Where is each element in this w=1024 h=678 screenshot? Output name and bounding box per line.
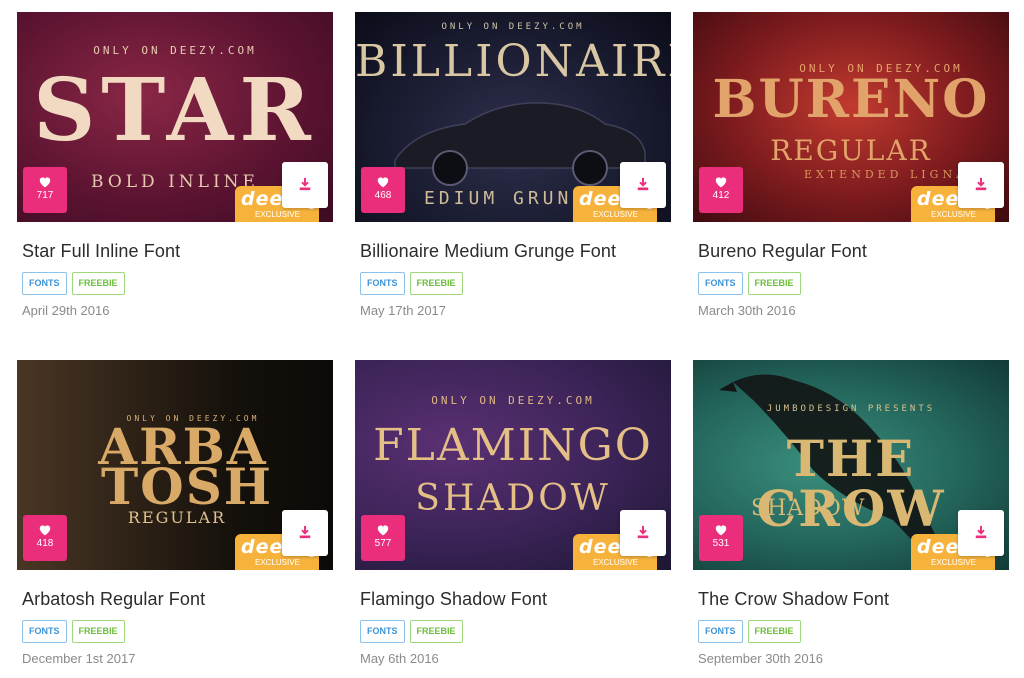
tag-freebie[interactable]: FREEBIE <box>409 620 463 643</box>
font-card: JUMBODESIGN PRESENTS THE CROW SHADOW 531… <box>693 360 1009 666</box>
download-icon <box>637 525 649 539</box>
heart-icon <box>39 525 51 536</box>
download-icon <box>975 177 987 191</box>
card-title[interactable]: Bureno Regular Font <box>698 241 1009 262</box>
exclusive-label: EXCLUSIVE <box>931 558 976 567</box>
card-thumbnail[interactable]: ONLY ON DEEZY.COM FLAMINGO SHADOW 577 de… <box>355 360 671 570</box>
tag-fonts[interactable]: FONTS <box>22 272 67 295</box>
exclusive-label: EXCLUSIVE <box>255 210 300 219</box>
tag-freebie[interactable]: FREEBIE <box>71 620 125 643</box>
heart-icon <box>377 525 389 536</box>
tag-list: FONTS FREEBIE <box>360 620 671 643</box>
like-count: 577 <box>374 538 392 549</box>
card-date: December 1st 2017 <box>22 651 136 666</box>
font-card: ONLY ON DEEZY.COM BURENO REGULAR EXTENDE… <box>693 12 1009 318</box>
card-date: April 29th 2016 <box>22 303 110 318</box>
tag-freebie[interactable]: FREEBIE <box>409 272 463 295</box>
like-count: 531 <box>712 538 730 549</box>
tag-fonts[interactable]: FONTS <box>360 620 405 643</box>
card-date: May 17th 2017 <box>360 303 447 318</box>
card-date: May 6th 2016 <box>360 651 439 666</box>
art-overline: ONLY ON DEEZY.COM <box>93 44 257 57</box>
download-button[interactable] <box>620 162 666 208</box>
tag-fonts[interactable]: FONTS <box>22 620 67 643</box>
card-thumbnail[interactable]: ONLY ON DEEZY.COM BILLIONAIRE EDIUM GRUN… <box>355 12 671 222</box>
tag-list: FONTS FREEBIE <box>22 620 333 643</box>
art-headline: BURENO <box>712 69 990 130</box>
card-thumbnail[interactable]: JUMBODESIGN PRESENTS THE CROW SHADOW 531… <box>693 360 1009 570</box>
download-icon <box>975 525 987 539</box>
download-icon <box>637 177 649 191</box>
tag-list: FONTS FREEBIE <box>698 272 1009 295</box>
download-icon <box>299 525 311 539</box>
card-title[interactable]: Flamingo Shadow Font <box>360 589 671 610</box>
tag-freebie[interactable]: FREEBIE <box>747 272 801 295</box>
tag-fonts[interactable]: FONTS <box>698 272 743 295</box>
tag-list: FONTS FREEBIE <box>22 272 333 295</box>
heart-icon <box>715 525 727 536</box>
tag-list: FONTS FREEBIE <box>360 272 671 295</box>
tag-freebie[interactable]: FREEBIE <box>747 620 801 643</box>
art-headline: FLAMINGO <box>373 420 653 471</box>
heart-icon <box>39 177 51 188</box>
like-button[interactable]: 531 <box>699 515 743 561</box>
card-title[interactable]: Arbatosh Regular Font <box>22 589 333 610</box>
like-count: 717 <box>36 190 54 201</box>
heart-icon <box>377 177 389 188</box>
like-count: 418 <box>36 538 54 549</box>
like-button[interactable]: 717 <box>23 167 67 213</box>
tag-list: FONTS FREEBIE <box>698 620 1009 643</box>
art-headline-second: TOSH <box>100 457 274 516</box>
card-thumbnail[interactable]: ONLY ON DEEZY.COM STAR BOLD INLINE 717 d… <box>17 12 333 222</box>
art-overline: ONLY ON DEEZY.COM <box>431 394 595 407</box>
card-thumbnail[interactable]: ONLY ON DEEZY.COM BURENO REGULAR EXTENDE… <box>693 12 1009 222</box>
like-button[interactable]: 412 <box>699 167 743 213</box>
font-card: ONLY ON DEEZY.COM ARBA TOSH REGULAR 418 … <box>17 360 333 666</box>
download-icon <box>299 177 311 191</box>
download-button[interactable] <box>282 510 328 556</box>
like-button[interactable]: 418 <box>23 515 67 561</box>
font-card: ONLY ON DEEZY.COM STAR BOLD INLINE 717 d… <box>17 12 333 318</box>
card-title[interactable]: The Crow Shadow Font <box>698 589 1009 610</box>
download-button[interactable] <box>620 510 666 556</box>
like-count: 468 <box>374 190 392 201</box>
download-button[interactable] <box>282 162 328 208</box>
like-button[interactable]: 577 <box>361 515 405 561</box>
exclusive-label: EXCLUSIVE <box>931 210 976 219</box>
like-count: 412 <box>712 190 730 201</box>
card-date: March 30th 2016 <box>698 303 796 318</box>
exclusive-label: EXCLUSIVE <box>593 558 638 567</box>
tag-fonts[interactable]: FONTS <box>698 620 743 643</box>
card-title[interactable]: Billionaire Medium Grunge Font <box>360 241 671 262</box>
exclusive-label: EXCLUSIVE <box>593 210 638 219</box>
tag-fonts[interactable]: FONTS <box>360 272 405 295</box>
art-overline: JUMBODESIGN PRESENTS <box>766 404 936 414</box>
card-title[interactable]: Star Full Inline Font <box>22 241 333 262</box>
font-card: ONLY ON DEEZY.COM FLAMINGO SHADOW 577 de… <box>355 360 671 666</box>
card-thumbnail[interactable]: ONLY ON DEEZY.COM ARBA TOSH REGULAR 418 … <box>17 360 333 570</box>
download-button[interactable] <box>958 162 1004 208</box>
like-button[interactable]: 468 <box>361 167 405 213</box>
exclusive-label: EXCLUSIVE <box>255 558 300 567</box>
card-date: September 30th 2016 <box>698 651 824 666</box>
tag-freebie[interactable]: FREEBIE <box>71 272 125 295</box>
font-card: ONLY ON DEEZY.COM BILLIONAIRE EDIUM GRUN… <box>355 12 671 318</box>
art-headline: STAR <box>33 60 317 161</box>
download-button[interactable] <box>958 510 1004 556</box>
heart-icon <box>715 177 727 188</box>
